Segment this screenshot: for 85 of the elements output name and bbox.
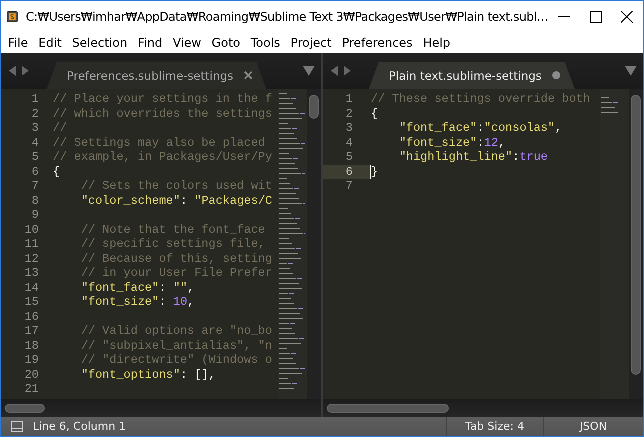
close-icon	[621, 10, 634, 22]
menu-item[interactable]: Goto	[206, 36, 246, 50]
scrollbar-thumb[interactable]	[631, 95, 641, 375]
menu-item[interactable]: File	[3, 36, 34, 50]
code-line: "font_options": [],	[80, 368, 216, 382]
code-line: // Note that the font_face	[80, 222, 266, 237]
line-number: 15	[24, 295, 40, 310]
line-number: 2	[344, 106, 354, 121]
code-line: // which overrides the settings	[53, 106, 272, 121]
code-line: //	[53, 121, 68, 136]
left-arrow-icon	[9, 66, 16, 76]
code-line: // "directwrite" (Windows o	[80, 353, 272, 368]
code-line: // Sets the colors used wit	[80, 179, 272, 194]
code-line: "font_size": 10,	[80, 295, 195, 310]
scrollbar-thumb[interactable]	[309, 95, 319, 119]
menu-item[interactable]: Find	[132, 36, 168, 50]
app-logo-icon	[7, 8, 18, 24]
menu-item[interactable]: View	[168, 36, 207, 50]
line-number: 14	[24, 280, 40, 295]
menu-item[interactable]: Edit	[33, 36, 68, 50]
code-line: // "subpixel_antialias", "n	[80, 338, 272, 353]
code-line: "highlight_line":true	[398, 150, 548, 164]
line-number: 7	[344, 179, 354, 194]
line-number: 16	[24, 310, 40, 324]
scrollbar-thumb[interactable]	[327, 404, 449, 412]
menu-item[interactable]: Help	[418, 36, 456, 50]
code-line: // Place your settings in the f	[53, 92, 272, 106]
line-number: 8	[30, 194, 40, 208]
window-title: C:₩Users₩imhar₩AppData₩Roaming₩Sublime Text 3₩Packages₩User₩Plain text.subl…	[26, 10, 548, 24]
line-number: 21	[24, 382, 40, 396]
code-line: // These settings override both	[371, 92, 590, 106]
code-line: // specific settings file,	[80, 237, 266, 252]
cursor-position: Line 6, Column 1	[33, 420, 126, 433]
menu-item[interactable]: Preferences	[337, 36, 418, 50]
line-number: 4	[344, 136, 354, 150]
code-line: {	[53, 164, 60, 179]
right-arrow-icon	[22, 66, 29, 76]
line-number: 1	[344, 92, 354, 106]
panel-icon	[11, 421, 23, 432]
code-line: "font_face": "",	[80, 280, 195, 295]
menu-item[interactable]: Selection	[67, 36, 133, 50]
line-number: 2	[30, 106, 40, 121]
line-number: 9	[30, 208, 40, 222]
line-number: 11	[24, 237, 40, 252]
menu-item[interactable]: Tools	[246, 36, 286, 50]
line-number: 13	[24, 266, 40, 280]
line-number: 7	[30, 179, 40, 194]
line-number: 17	[24, 324, 40, 338]
dropdown-icon	[303, 66, 315, 76]
line-number: 4	[30, 136, 40, 150]
file-tab[interactable]: Plain text.sublime-settings	[369, 62, 575, 89]
close-icon[interactable]	[244, 71, 253, 80]
line-number: 19	[24, 353, 40, 368]
line-number: 6	[323, 164, 371, 179]
line-number: 5	[30, 150, 40, 164]
right-arrow-icon	[344, 66, 351, 76]
menu-item[interactable]: Project	[286, 36, 338, 50]
line-number: 1	[30, 92, 40, 106]
code-line: {	[371, 106, 378, 121]
line-number: 6	[30, 164, 40, 179]
line-number: 12	[24, 252, 40, 266]
dropdown-icon	[625, 66, 637, 76]
maximize-icon	[590, 10, 602, 22]
line-number: 10	[24, 222, 40, 237]
line-number: 3	[344, 121, 354, 136]
line-number: 5	[344, 150, 354, 164]
tab-size-setting[interactable]: Tab Size: 4	[446, 417, 543, 436]
code-line: // in your User File Prefer	[80, 266, 272, 280]
scrollbar-thumb[interactable]	[5, 404, 45, 412]
tab-label: Plain text.sublime-settings	[389, 68, 542, 82]
code-line: "font_size":12,	[398, 136, 506, 150]
code-line: "font_face":"consolas",	[398, 121, 562, 136]
code-line: // Valid options are "no_bo	[80, 324, 272, 338]
line-number: 3	[30, 121, 40, 136]
code-line: // Settings may also be placed	[53, 136, 266, 150]
file-tab[interactable]: Preferences.sublime-settings	[47, 62, 267, 89]
code-line: // example, in Packages/User/Py	[53, 150, 272, 164]
left-arrow-icon	[331, 66, 338, 76]
line-number: 18	[24, 338, 40, 353]
line-number: 20	[24, 368, 40, 382]
code-line: "color_scheme": "Packages/C	[80, 194, 272, 208]
code-line: // Because of this, setting	[80, 252, 272, 266]
tab-label: Preferences.sublime-settings	[67, 68, 234, 82]
code-line: }	[370, 164, 378, 179]
syntax-setting[interactable]: JSON	[543, 417, 643, 436]
